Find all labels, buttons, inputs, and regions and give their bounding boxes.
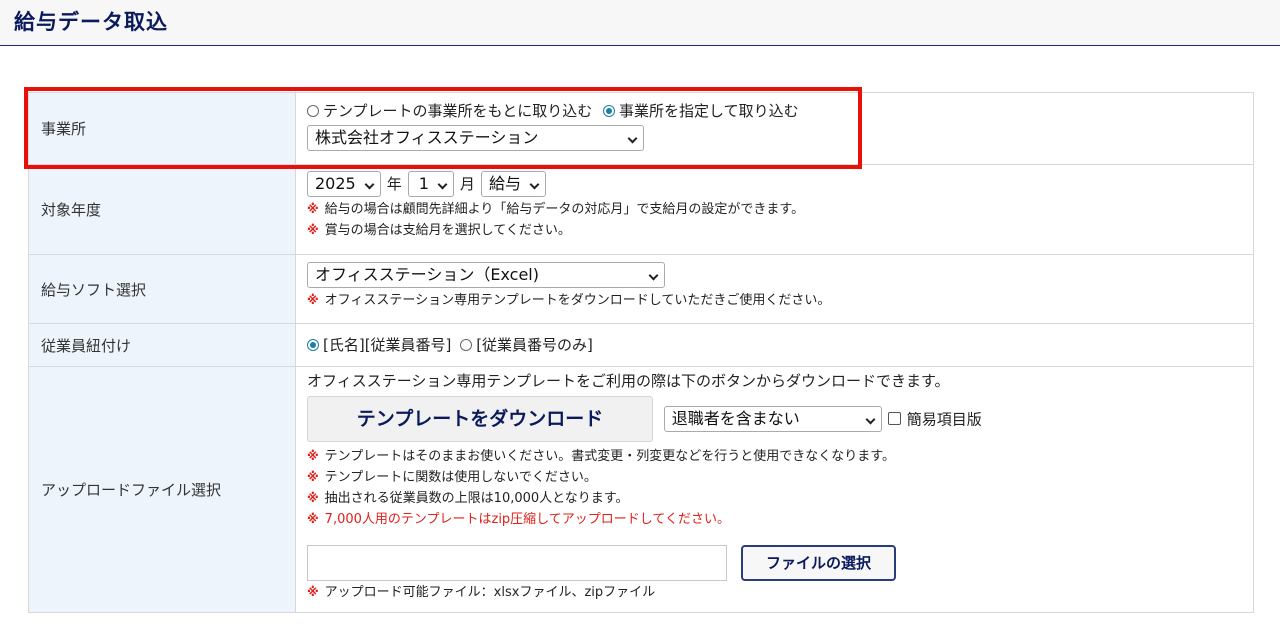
office-value-cell: テンプレートの事業所をもとに取り込む 事業所を指定して取り込む 株式会社オフィス… xyxy=(295,92,1254,165)
radio-number-only[interactable]: [従業員番号のみ] xyxy=(460,336,593,354)
year-unit: 年 xyxy=(386,175,402,193)
radio-specify-office-circle[interactable] xyxy=(603,105,616,117)
software-row: 給与ソフト選択 オフィスステーション（Excel) ※ オフィスステーション専用テ… xyxy=(28,254,1254,324)
month-select[interactable]: 1 xyxy=(407,170,454,197)
radio-specify-office-label: 事業所を指定して取り込む xyxy=(619,102,799,120)
software-select-value: オフィスステーション（Excel) xyxy=(315,264,539,284)
retired-select-value: 退職者を含まない xyxy=(671,409,800,428)
simple-version-checkbox[interactable] xyxy=(887,411,901,425)
note-text: オフィスステーション専用テンプレートをダウンロードしていただきご使用ください。 xyxy=(324,292,831,308)
radio-template-office-circle[interactable] xyxy=(307,105,319,117)
chevron-down-icon xyxy=(627,133,638,144)
simple-version-label: 簡易項目版 xyxy=(906,410,982,429)
import-form-table: 事業所 テンプレートの事業所をもとに取り込む 事業所を指定して取り込む 株式会社… xyxy=(28,92,1254,613)
upload-intro: オフィスステーション専用テンプレートをご利用の際は下のボタンからダウンロードでき… xyxy=(307,372,950,390)
radio-template-office[interactable]: テンプレートの事業所をもとに取り込む xyxy=(307,102,597,120)
note-mark: ※ xyxy=(307,491,319,505)
radio-number-only-label: [従業員番号のみ] xyxy=(476,336,593,354)
upload-note-3: ※ 抽出される従業員数の上限は10,000人となります。 xyxy=(307,488,1253,509)
chevron-down-icon xyxy=(437,179,448,189)
note-mark: ※ xyxy=(307,222,319,237)
target-year-note-2: ※ 賞与の場合は支給月を選択してください。 xyxy=(307,220,1253,241)
upload-note-red: ※ 7,000人用のテンプレートはzip圧縮してアップロードしてください。 xyxy=(307,509,1253,530)
pay-type-select-value: 給与 xyxy=(488,173,521,193)
radio-name-and-number-circle[interactable] xyxy=(307,339,319,351)
radio-name-and-number-label: [氏名][従業員番号] xyxy=(323,336,452,354)
chevron-down-icon xyxy=(865,414,876,425)
office-select[interactable]: 株式会社オフィスステーション xyxy=(307,125,644,151)
chevron-down-icon xyxy=(364,179,375,189)
upload-note-2: ※ テンプレートに関数は使用しないでください。 xyxy=(307,467,1253,488)
note-text: テンプレートに関数は使用しないでください。 xyxy=(324,470,597,485)
office-row: 事業所 テンプレートの事業所をもとに取り込む 事業所を指定して取り込む 株式会社… xyxy=(28,92,1254,165)
target-year-label: 対象年度 xyxy=(28,164,296,255)
office-label: 事業所 xyxy=(28,92,296,165)
note-mark: ※ xyxy=(307,449,319,463)
radio-name-and-number[interactable]: [氏名][従業員番号] xyxy=(307,336,456,354)
year-select-value: 2025 xyxy=(315,173,356,193)
note-text: 賞与の場合は支給月を選択してください。 xyxy=(324,222,571,238)
employee-link-label: 従業員紐付け xyxy=(28,323,296,367)
radio-number-only-circle[interactable] xyxy=(460,339,473,351)
upload-row: アップロードファイル選択 オフィスステーション専用テンプレートをご利用の際は下の… xyxy=(28,366,1254,613)
software-label: 給与ソフト選択 xyxy=(28,254,296,324)
note-text: 7,000人用のテンプレートはzip圧縮してアップロードしてください。 xyxy=(324,512,731,527)
note-text: テンプレートはそのままお使いください。書式変更・列変更などを行うと使用できなくな… xyxy=(324,449,895,464)
year-select[interactable]: 2025 xyxy=(307,170,381,197)
chevron-down-icon xyxy=(529,179,540,189)
upload-note-1: ※ テンプレートはそのままお使いください。書式変更・列変更などを行うと使用できなく… xyxy=(307,446,1253,467)
note-mark: ※ xyxy=(307,470,319,484)
target-year-value-cell: 2025 年 1 月 給与 ※ 給与の場合は顧問先詳細より「給与データの対応月」で… xyxy=(295,164,1254,255)
note-mark: ※ xyxy=(307,512,319,526)
note-mark: ※ xyxy=(307,201,319,216)
upload-label: アップロードファイル選択 xyxy=(28,366,296,613)
radio-specify-office[interactable]: 事業所を指定して取り込む xyxy=(603,102,799,120)
office-select-value: 株式会社オフィスステーション xyxy=(315,128,539,147)
software-value-cell: オフィスステーション（Excel) ※ オフィスステーション専用テンプレートをダウ… xyxy=(295,254,1254,324)
upload-value-cell: オフィスステーション専用テンプレートをご利用の際は下のボタンからダウンロードでき… xyxy=(295,366,1254,613)
employee-link-value-cell: [氏名][従業員番号] [従業員番号のみ] xyxy=(295,323,1254,367)
page-header: 給与データ取込 xyxy=(0,0,1280,46)
page-title: 給与データ取込 xyxy=(14,10,168,34)
month-unit: 月 xyxy=(459,175,475,193)
target-year-note-1: ※ 給与の場合は顧問先詳細より「給与データの対応月」で支給月の設定ができます。 xyxy=(307,199,1253,220)
software-select[interactable]: オフィスステーション（Excel) xyxy=(307,261,665,288)
chevron-down-icon xyxy=(648,270,659,280)
note-text: アップロード可能ファイル：xlsxファイル、zipファイル xyxy=(324,585,656,600)
note-mark: ※ xyxy=(307,585,319,599)
software-note: ※ オフィスステーション専用テンプレートをダウンロードしていただきご使用ください。 xyxy=(307,290,1253,311)
retired-select[interactable]: 退職者を含まない xyxy=(663,406,882,432)
pay-type-select[interactable]: 給与 xyxy=(480,170,546,197)
note-text: 給与の場合は顧問先詳細より「給与データの対応月」で支給月の設定ができます。 xyxy=(324,201,805,217)
radio-template-office-label: テンプレートの事業所をもとに取り込む xyxy=(323,102,593,120)
allowed-file-note: ※ アップロード可能ファイル：xlsxファイル、zipファイル xyxy=(307,582,1253,603)
target-year-row: 対象年度 2025 年 1 月 給与 ※ 給与の場合は顧問先詳細より「給与データの… xyxy=(28,164,1254,255)
download-template-button[interactable]: テンプレートをダウンロード xyxy=(307,396,653,442)
employee-link-row: 従業員紐付け [氏名][従業員番号] [従業員番号のみ] xyxy=(28,323,1254,367)
month-select-value: 1 xyxy=(418,173,429,193)
choose-file-button[interactable]: ファイルの選択 xyxy=(741,545,896,581)
file-path-input[interactable] xyxy=(307,545,727,581)
note-text: 抽出される従業員数の上限は10,000人となります。 xyxy=(324,491,629,506)
note-mark: ※ xyxy=(307,292,319,307)
